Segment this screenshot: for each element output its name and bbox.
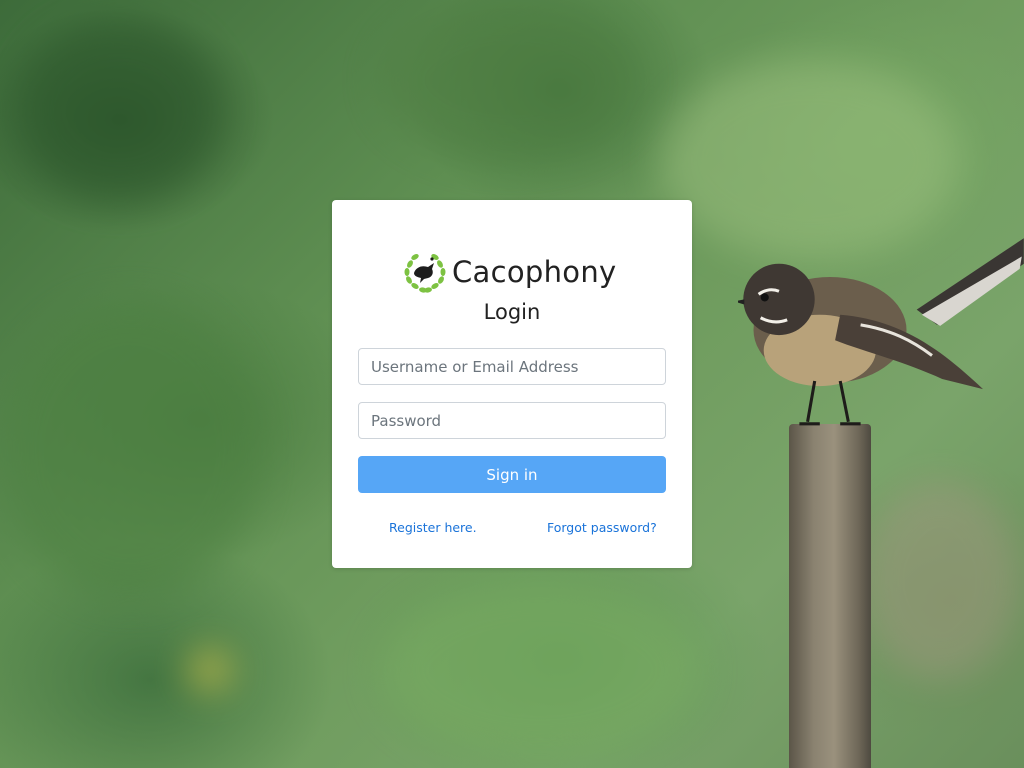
flower-blob <box>190 650 230 690</box>
foliage-blob <box>380 580 700 760</box>
brand-name: Cacophony <box>452 255 617 289</box>
bird-in-leaf-wreath-icon <box>404 254 446 293</box>
foliage-blob <box>20 20 220 200</box>
foliage-blob <box>860 480 1020 680</box>
wooden-post <box>789 424 871 768</box>
login-card: Cacophony Login Sign in Register here. F… <box>332 200 692 568</box>
foliage-blob <box>380 0 640 160</box>
brand-header: Cacophony <box>402 248 622 296</box>
forgot-password-link[interactable]: Forgot password? <box>547 520 657 535</box>
foliage-blob <box>0 300 260 600</box>
password-input[interactable] <box>358 402 666 439</box>
register-link[interactable]: Register here. <box>389 520 477 535</box>
page-title: Login <box>483 300 541 324</box>
fantail-bird-icon <box>738 238 1024 426</box>
username-input[interactable] <box>358 348 666 385</box>
signin-button[interactable]: Sign in <box>358 456 666 493</box>
